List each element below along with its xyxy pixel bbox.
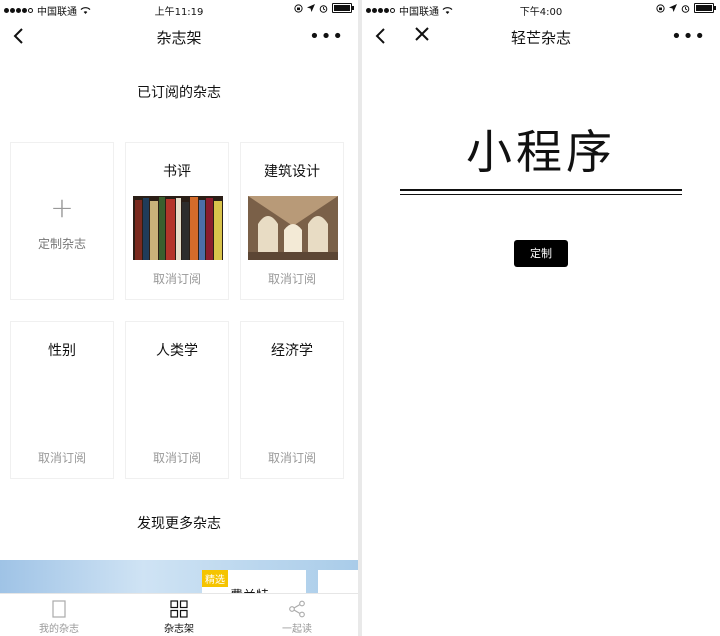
bottom-tab-bar: 我的杂志 杂志架 一起读 [0,593,358,636]
cathedral-thumbnail [248,196,338,260]
divider-thick [400,189,682,191]
bookshelf-thumbnail [133,196,223,260]
magazine-card-book-review[interactable]: 书评 取消订阅 [125,142,229,300]
unsubscribe-link[interactable]: 取消订阅 [241,270,343,287]
magazine-card-gender[interactable]: 性别 取消订阅 [10,321,114,479]
tab-label: 我的杂志 [39,624,79,635]
unsubscribe-link[interactable]: 取消订阅 [126,270,228,287]
plus-icon: + [50,191,74,224]
location-icon [669,4,677,12]
tab-read-together[interactable]: 一起读 [257,600,337,635]
alarm-icon [319,4,328,13]
magazine-name: 人类学 [156,343,198,359]
magazine-card-architecture[interactable]: 建筑设计 取消订阅 [240,142,344,300]
share-icon [289,600,305,618]
magazine-name: 经济学 [271,343,313,359]
rotation-lock-icon [656,3,665,13]
magazine-card-anthropology[interactable]: 人类学 取消订阅 [125,321,229,479]
page-title: 杂志架 [156,29,202,47]
subscribed-section-title: 已订阅的杂志 [137,85,221,101]
magazine-name: 建筑设计 [264,164,320,180]
location-icon [307,4,315,12]
divider-thin [400,194,682,195]
magazine-name: 书评 [163,164,191,180]
magazine-name: 性别 [48,343,76,359]
tab-label: 杂志架 [164,624,194,635]
navigation-bar: 轻芒杂志 ••• [362,18,720,56]
more-options-icon[interactable]: ••• [671,26,706,47]
custom-magazine-label: 定制杂志 [37,237,86,251]
status-bar: 中国联通 上午11:19 [0,0,358,18]
phone-screen-magazine-shelf: 中国联通 上午11:19 杂志架 ••• 已订阅的杂志 + 定制杂志 书评 取消… [0,0,358,636]
phone-screen-mini-program: 中国联通 下午4:00 轻芒杂志 ••• 小程序 定制 [362,0,720,636]
status-bar: 中国联通 下午4:00 [362,0,720,18]
tab-label: 一起读 [282,624,312,635]
unsubscribe-link[interactable]: 取消订阅 [241,449,343,466]
tab-my-magazines[interactable]: 我的杂志 [19,600,99,635]
unsubscribe-link[interactable]: 取消订阅 [126,449,228,466]
alarm-icon [681,4,690,13]
featured-banner[interactable]: 精选 費兰特 [0,560,358,596]
page-title: 轻芒杂志 [510,29,571,47]
navigation-bar: 杂志架 ••• [0,18,358,56]
grid-icon [170,600,188,618]
battery-icon [694,3,716,13]
rotation-lock-icon [294,3,303,13]
page-icon [52,600,66,618]
hero-title: 小程序 [466,125,616,179]
customize-button[interactable]: 定制 [514,240,568,267]
unsubscribe-link[interactable]: 取消订阅 [11,449,113,466]
discover-section-title: 发现更多杂志 [137,516,221,532]
tab-magazine-shelf[interactable]: 杂志架 [139,600,219,635]
custom-magazine-card[interactable]: + 定制杂志 [10,142,114,300]
magazine-card-economics[interactable]: 经济学 取消订阅 [240,321,344,479]
more-options-icon[interactable]: ••• [309,26,344,47]
featured-badge: 精选 [202,570,228,587]
battery-icon [332,3,354,13]
